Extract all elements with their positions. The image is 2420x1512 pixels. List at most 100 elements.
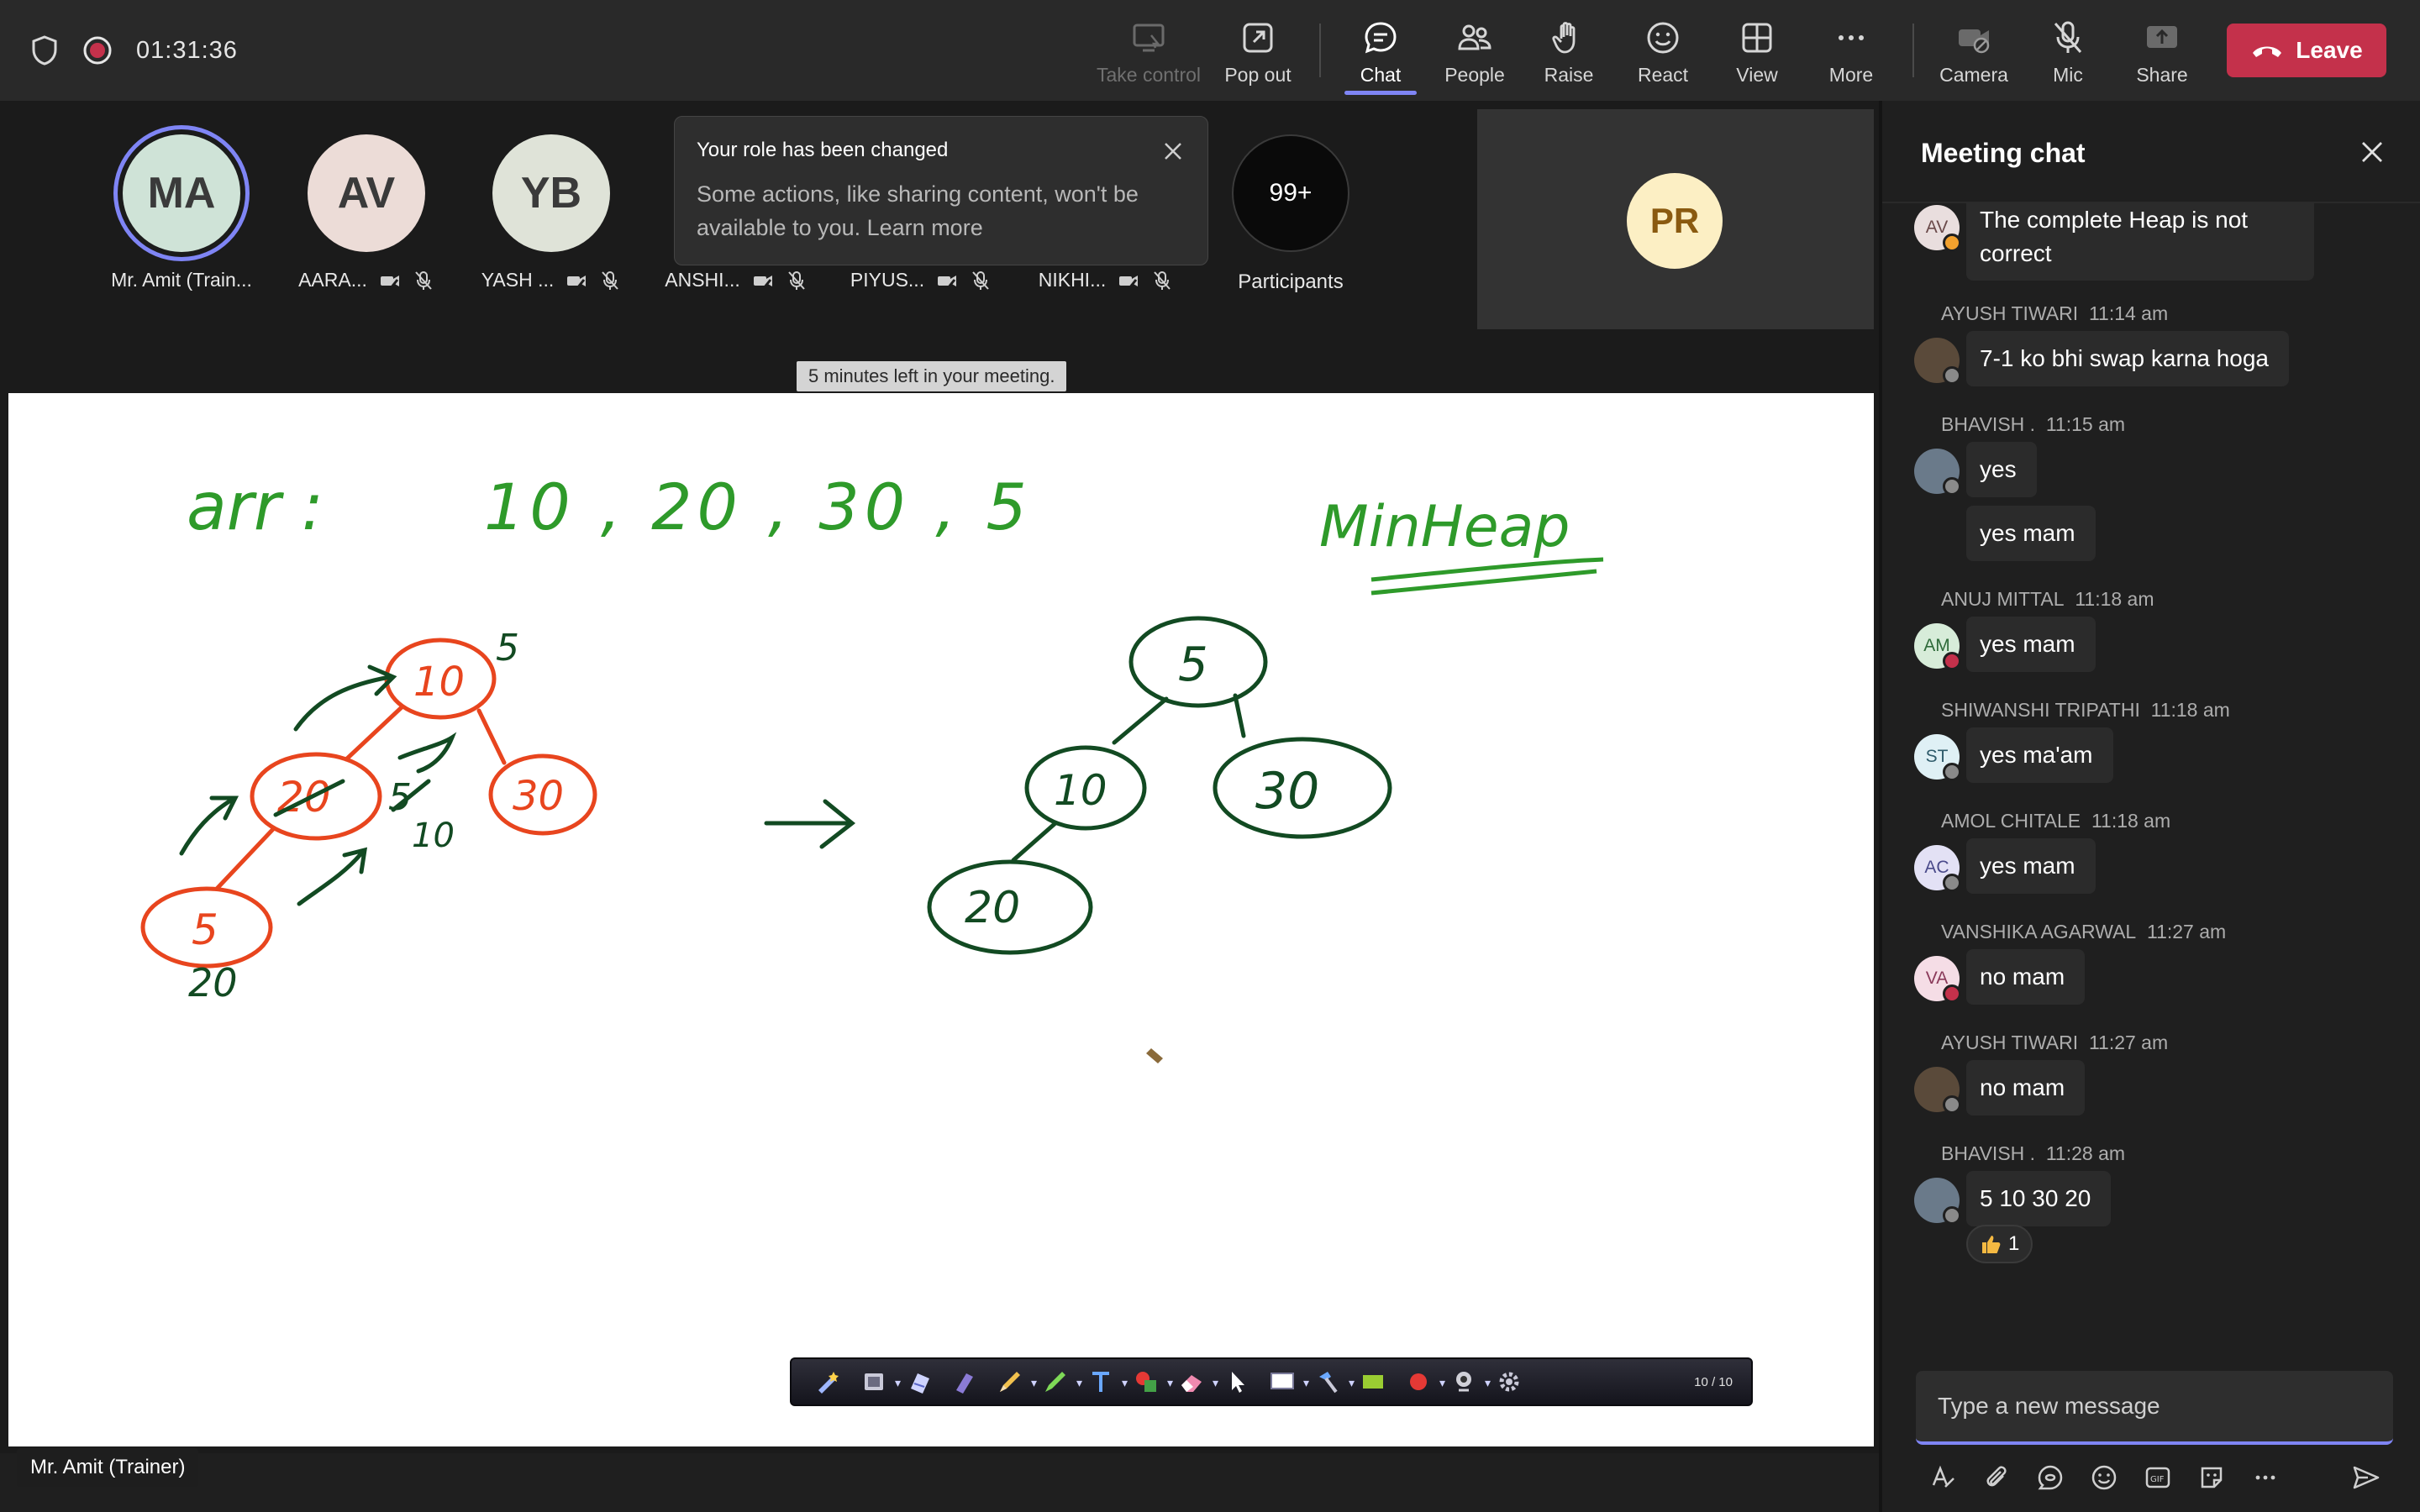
webcam-tool[interactable]: ▾ <box>1445 1365 1491 1399</box>
avatar <box>1914 449 1961 496</box>
shared-whiteboard: arr : 10 , 20 , 30 , 5 MinHeap 10 20 30 … <box>8 393 1874 1446</box>
chat-message[interactable]: no mam <box>1966 1060 2086 1116</box>
participants-overflow-button[interactable]: 99+ <box>1232 134 1349 252</box>
film-tool[interactable]: ▾ <box>855 1365 901 1399</box>
hammer-icon <box>1319 1372 1338 1394</box>
pencil-tool[interactable]: ▾ <box>992 1365 1037 1399</box>
array-values: 10 , 20 , 30 , 5 <box>484 470 1032 544</box>
leave-label: Leave <box>2296 37 2363 63</box>
participant-tile[interactable]: AV AARA... <box>274 134 459 319</box>
chat-message[interactable]: The complete Heap is not correct <box>1966 203 2314 281</box>
hammer-tool[interactable]: ▾ <box>1309 1365 1355 1399</box>
message-text: no mam <box>1980 1074 2065 1100</box>
loop-button[interactable] <box>2023 1454 2077 1501</box>
whiteboard-icon <box>1270 1373 1294 1389</box>
eraser-icon <box>1181 1375 1202 1392</box>
highlighter-tool[interactable]: ▾ <box>1037 1365 1082 1399</box>
settings-tool[interactable] <box>1491 1365 1528 1399</box>
chat-message[interactable]: 5 10 30 20 <box>1966 1171 2112 1226</box>
thumbs-up-icon <box>1982 1236 2001 1253</box>
participant-name-text: AARA... <box>298 269 367 291</box>
offline-status-icon <box>1943 1095 1961 1114</box>
heap-edge <box>1233 693 1246 738</box>
more-options-button[interactable] <box>2238 1454 2292 1501</box>
emoji-button[interactable] <box>2077 1454 2131 1501</box>
send-button[interactable] <box>2339 1454 2393 1501</box>
chat-message[interactable]: 7-1 ko bhi swap karna hoga <box>1966 331 2289 386</box>
meeting-time-notice: 5 minutes left in your meeting. <box>797 361 1067 391</box>
chat-message[interactable]: yes mam <box>1966 506 2096 561</box>
shield-icon[interactable] <box>30 34 59 66</box>
mic-off-icon <box>2054 21 2082 53</box>
eraser-board-tool[interactable] <box>901 1365 938 1399</box>
participant-tile[interactable]: MA Mr. Amit (Train... <box>89 134 274 319</box>
chat-button[interactable]: Chat <box>1334 15 1427 95</box>
avatar: AV <box>308 134 425 252</box>
chat-header: Meeting chat <box>1882 101 2420 203</box>
share-button[interactable]: Share <box>2116 15 2208 91</box>
red-edge <box>476 708 507 765</box>
meeting-status: 01:31:36 <box>30 30 238 71</box>
chat-message[interactable]: no mam <box>1966 949 2086 1005</box>
message-meta: ANUJ MITTAL 11:18 am <box>1941 588 2154 610</box>
busy-status-icon <box>1943 652 1961 670</box>
avatar <box>1914 1178 1961 1225</box>
message-meta: SHIWANSHI TRIPATHI 11:18 am <box>1941 699 2230 721</box>
participant-name: Mr. Amit (Train... <box>89 269 274 291</box>
select-tool[interactable] <box>1218 1365 1255 1399</box>
sticker-button[interactable] <box>2185 1454 2238 1501</box>
sticker-icon <box>2201 1467 2223 1488</box>
swap-arrow <box>293 664 397 732</box>
spotlight-tile[interactable]: PR <box>1477 109 1874 329</box>
react-button[interactable]: React <box>1617 15 1709 91</box>
message-input[interactable]: Type a new message <box>1916 1371 2393 1445</box>
shapes-icon <box>1136 1372 1156 1392</box>
fill-tool[interactable] <box>1355 1365 1392 1399</box>
shape-tool[interactable]: ▾ <box>1128 1365 1173 1399</box>
camera-off-icon <box>380 275 399 289</box>
annotation-label: 5 <box>496 627 519 669</box>
record-tool[interactable]: ▾ <box>1400 1365 1445 1399</box>
leave-button[interactable]: Leave <box>2227 24 2386 77</box>
red-edge <box>344 705 404 762</box>
chat-message[interactable]: yes mam <box>1966 838 2096 894</box>
close-icon[interactable] <box>2358 138 2386 166</box>
close-icon[interactable] <box>1159 137 1187 165</box>
participant-tile[interactable]: YB YASH ... <box>459 134 644 319</box>
hang-up-icon <box>2253 46 2282 57</box>
reaction-badge[interactable]: 1 <box>1966 1225 2033 1263</box>
annotation-label: 10 <box>412 816 455 855</box>
send-icon <box>2353 1466 2380 1489</box>
participant-name: AARA... <box>274 269 459 291</box>
whiteboard-tool[interactable]: ▾ <box>1264 1365 1309 1399</box>
marker-tool[interactable] <box>946 1365 983 1399</box>
meeting-chat-panel: Meeting chat AV The complete Heap is not… <box>1879 101 2420 1512</box>
star-pen-icon <box>818 1372 839 1394</box>
raise-hand-button[interactable]: Raise <box>1523 15 1615 91</box>
view-button[interactable]: View <box>1711 15 1803 91</box>
attach-button[interactable] <box>1970 1454 2023 1501</box>
gif-button[interactable]: GIF <box>2131 1454 2185 1501</box>
pen-cursor-icon <box>1146 1048 1163 1063</box>
more-button[interactable]: More <box>1805 15 1897 91</box>
min-heap-tree: 5 10 30 20 <box>927 616 1392 955</box>
board-icon <box>911 1373 929 1394</box>
chat-message-list[interactable]: AV The complete Heap is not correct AYUS… <box>1882 203 2420 1378</box>
camera-off-icon <box>753 275 772 289</box>
message-text: yes mam <box>1980 520 2075 546</box>
camera-button[interactable]: Camera <box>1928 15 2020 91</box>
format-button[interactable] <box>1916 1454 1970 1501</box>
chat-message[interactable]: yes <box>1966 442 2037 497</box>
chat-message[interactable]: yes ma'am <box>1966 727 2113 783</box>
smiley-icon <box>2091 1465 2117 1490</box>
chat-message[interactable]: yes mam <box>1966 617 2096 672</box>
array-label: arr : <box>187 470 324 545</box>
eraser-tool[interactable]: ▾ <box>1173 1365 1218 1399</box>
people-button[interactable]: People <box>1428 15 1521 91</box>
toast-body[interactable]: Some actions, like sharing content, won'… <box>697 177 1176 244</box>
pointer-tool[interactable] <box>810 1365 847 1399</box>
text-tool[interactable]: ▾ <box>1082 1365 1128 1399</box>
mic-button[interactable]: Mic <box>2022 15 2114 91</box>
take-control-button[interactable]: Take control <box>1097 15 1201 91</box>
pop-out-button[interactable]: Pop out <box>1212 15 1304 91</box>
